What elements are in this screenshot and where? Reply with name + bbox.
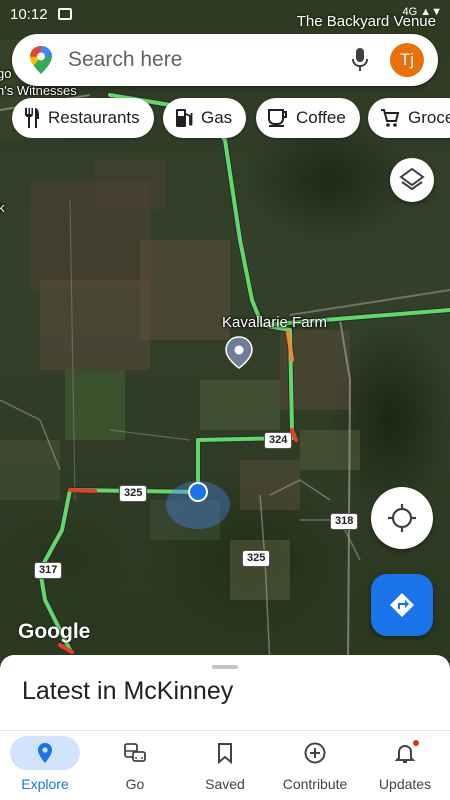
- layers-icon: [399, 167, 425, 191]
- crosshair-icon: [388, 504, 416, 532]
- nav-contribute[interactable]: Contribute: [270, 731, 360, 800]
- coffee-icon: [268, 109, 287, 127]
- nav-saved[interactable]: Saved: [180, 731, 270, 800]
- route-shield: 317: [34, 562, 63, 579]
- google-attribution: Google: [18, 620, 91, 643]
- drag-handle[interactable]: [212, 665, 238, 669]
- bottom-navigation: Explore Go Saved Contribute Updates: [0, 730, 450, 800]
- gas-icon: [176, 109, 193, 127]
- explore-pin-icon: [38, 743, 52, 763]
- microphone-icon[interactable]: [352, 48, 368, 77]
- directions-button[interactable]: [371, 574, 433, 636]
- nav-label: Saved: [205, 776, 245, 792]
- layers-button[interactable]: [390, 158, 434, 202]
- sheet-title: Latest in McKinney: [22, 677, 234, 705]
- chip-gas[interactable]: Gas: [163, 98, 247, 138]
- bookmark-icon: [218, 743, 232, 765]
- chip-label: Gas: [201, 108, 233, 127]
- chip-coffee[interactable]: Coffee: [256, 98, 360, 138]
- status-time: 10:12: [10, 6, 48, 23]
- search-bar[interactable]: Search here Tj: [12, 34, 438, 86]
- add-circle-icon: [304, 742, 326, 764]
- map-place-label[interactable]: go: [0, 66, 11, 81]
- account-avatar[interactable]: Tj: [390, 43, 424, 77]
- map-place-label-farm[interactable]: Kavallarie Farm: [222, 314, 327, 331]
- route-shield: 325: [119, 485, 148, 502]
- route-shield: 325: [242, 550, 271, 567]
- nav-updates[interactable]: Updates: [360, 731, 450, 800]
- chip-groceries[interactable]: Groce: [368, 98, 450, 138]
- maps-logo-icon: [30, 46, 52, 79]
- nav-explore[interactable]: Explore: [0, 731, 90, 800]
- directions-icon: [390, 593, 414, 617]
- my-location-button[interactable]: [371, 487, 433, 549]
- notification-badge: [413, 740, 419, 746]
- search-input[interactable]: Search here: [68, 48, 182, 72]
- restaurant-icon: [25, 108, 39, 128]
- route-shield: 318: [330, 513, 359, 530]
- chip-restaurants[interactable]: Restaurants: [12, 98, 154, 138]
- cart-icon: [381, 109, 400, 127]
- map-place-label-venue[interactable]: The Backyard Venue: [297, 13, 436, 30]
- nav-go[interactable]: Go: [90, 731, 180, 800]
- nav-label: Updates: [378, 776, 432, 792]
- route-shield: 324: [264, 432, 293, 449]
- chip-label: Groce: [408, 108, 450, 127]
- nav-label: Go: [125, 776, 145, 792]
- chip-label: Coffee: [296, 108, 346, 127]
- chip-label: Restaurants: [48, 108, 140, 127]
- map-place-label[interactable]: k: [0, 200, 5, 215]
- nav-label: Contribute: [282, 776, 348, 792]
- bottom-sheet[interactable]: Latest in McKinney: [0, 655, 450, 730]
- image-notification-icon: [58, 8, 72, 20]
- commute-icon: [124, 743, 146, 762]
- nav-label: Explore: [21, 776, 69, 792]
